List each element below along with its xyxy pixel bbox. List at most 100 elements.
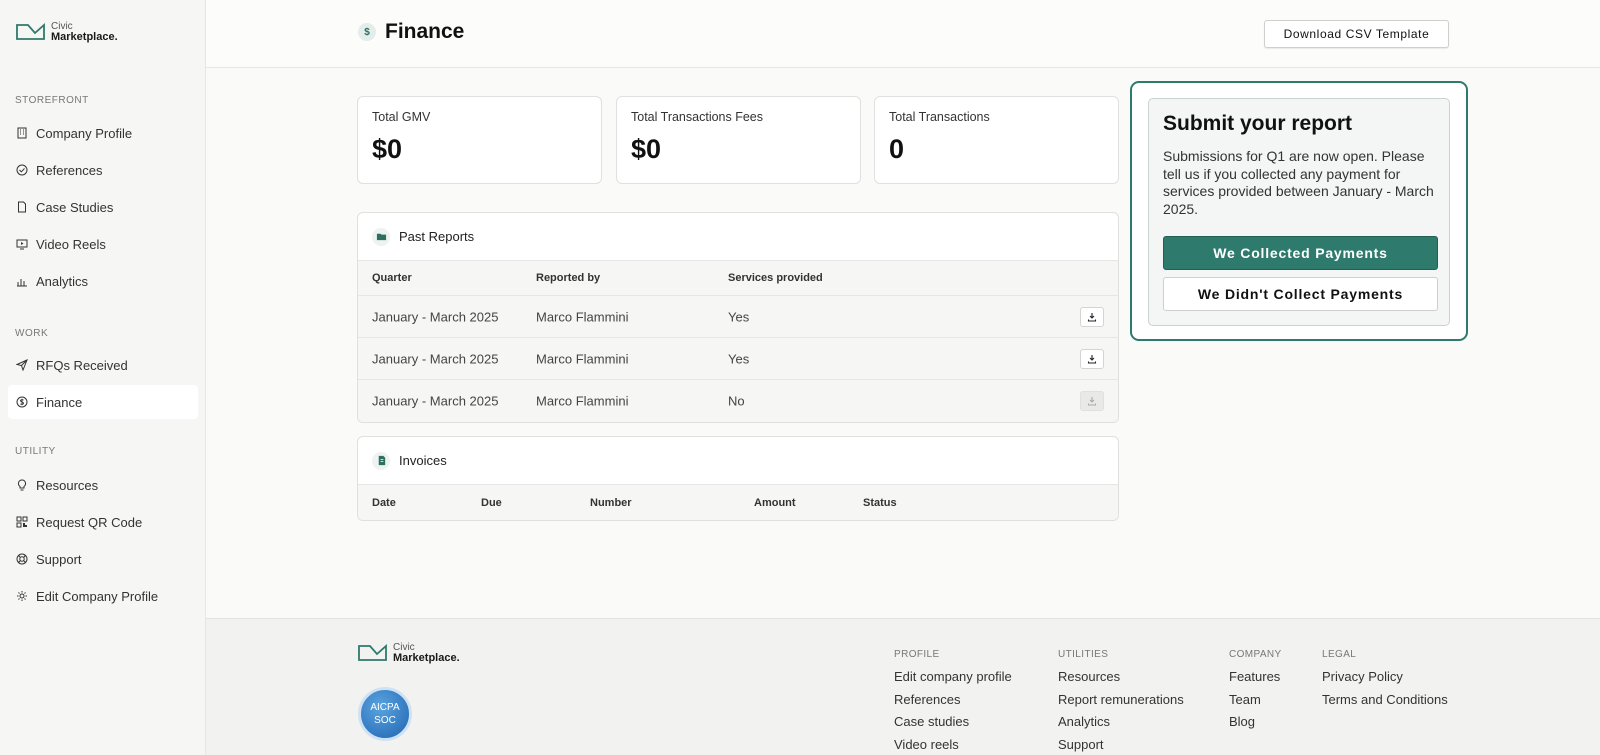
download-icon xyxy=(1087,354,1097,364)
table-row: January - March 2025 Marco Flammini No xyxy=(358,380,1118,422)
brand-wordmark: Civic Marketplace. xyxy=(51,22,118,43)
sidebar-item-label: Request QR Code xyxy=(36,514,143,530)
footer-link[interactable]: Video reels xyxy=(894,734,1012,755)
badge-line1: AICPA xyxy=(370,702,400,713)
download-report-button[interactable] xyxy=(1080,348,1104,369)
footer-link[interactable]: Case studies xyxy=(894,711,1012,734)
sidebar-item-label: Finance xyxy=(36,394,83,410)
footer-column-title: UTILITIES xyxy=(1058,649,1109,660)
sidebar-item-company-profile[interactable]: Company Profile xyxy=(8,116,198,150)
column-header-amount: Amount xyxy=(754,496,796,509)
report-description: Submissions for Q1 are now open. Please … xyxy=(1163,148,1434,217)
sidebar-item-label: References xyxy=(36,162,103,178)
bar-chart-icon xyxy=(17,279,27,287)
column-header-status: Status xyxy=(863,496,897,509)
cell-services: Yes xyxy=(728,309,750,324)
cell-quarter: January - March 2025 xyxy=(372,393,499,409)
footer-link[interactable]: Team xyxy=(1229,689,1282,712)
sidebar-item-label: Company Profile xyxy=(36,125,133,141)
footer-column-legal: LEGAL Privacy Policy Terms and Condition… xyxy=(1322,649,1448,711)
brand-logo[interactable]: Civic Marketplace. xyxy=(15,22,118,43)
send-icon xyxy=(16,359,28,371)
footer-column-title: COMPANY xyxy=(1229,649,1282,660)
panel-header: Past Reports xyxy=(358,213,1118,261)
sidebar-item-resources[interactable]: Resources xyxy=(8,468,198,502)
nav-section-work: WORK xyxy=(15,328,49,339)
sidebar-item-request-qr-code[interactable]: Request QR Code xyxy=(8,505,198,539)
sidebar-item-analytics[interactable]: Analytics xyxy=(8,264,198,298)
sidebar-item-edit-company-profile[interactable]: Edit Company Profile xyxy=(8,579,198,613)
sidebar-item-label: Case Studies xyxy=(36,199,114,215)
stat-value: $0 xyxy=(372,134,403,164)
footer-link[interactable]: Report remunerations xyxy=(1058,689,1184,712)
stat-value: $0 xyxy=(631,134,662,164)
table-header: Quarter Reported by Services provided xyxy=(358,261,1118,296)
stat-label: Total GMV xyxy=(372,110,431,124)
collected-payments-button[interactable]: We Collected Payments xyxy=(1163,236,1438,270)
document-icon xyxy=(18,201,26,213)
nav-section-storefront: STOREFRONT xyxy=(15,95,89,106)
brand-line2: Marketplace. xyxy=(393,652,460,664)
column-header-due: Due xyxy=(481,496,502,509)
page-header: $ Finance Download CSV Template xyxy=(206,0,1600,68)
stat-label: Total Transactions Fees xyxy=(631,110,764,124)
footer-link[interactable]: Resources xyxy=(1058,666,1184,689)
stat-value: 0 xyxy=(889,134,905,164)
footer-column-profile: PROFILE Edit company profile References … xyxy=(894,649,1012,755)
footer-link[interactable]: References xyxy=(894,689,1012,712)
cell-reported-by: Marco Flammini xyxy=(536,393,629,409)
sidebar-item-label: RFQs Received xyxy=(36,357,128,373)
footer-link[interactable]: Blog xyxy=(1229,711,1282,734)
download-icon xyxy=(1087,397,1097,406)
didnt-collect-payments-button[interactable]: We Didn't Collect Payments xyxy=(1163,277,1438,311)
column-header-quarter: Quarter xyxy=(372,272,412,284)
page-footer: Civic Marketplace. AICPA SOC PROFILE Edi… xyxy=(206,618,1600,755)
brand-wordmark: Civic Marketplace. xyxy=(393,643,460,664)
sidebar-item-rfqs-received[interactable]: RFQs Received xyxy=(8,348,198,382)
sidebar-item-label: Support xyxy=(36,551,82,567)
building-icon xyxy=(17,127,27,139)
footer-link[interactable]: Features xyxy=(1229,666,1282,689)
gear-icon xyxy=(17,591,27,601)
sidebar-item-finance[interactable]: Finance xyxy=(8,385,198,419)
qr-code-icon xyxy=(16,516,28,528)
cell-reported-by: Marco Flammini xyxy=(536,351,629,366)
table-row: January - March 2025 Marco Flammini Yes xyxy=(358,338,1118,380)
invoices-panel: Invoices Date Due Number Amount Status xyxy=(357,436,1119,521)
download-report-button[interactable] xyxy=(1080,306,1104,327)
sidebar-item-label: Resources xyxy=(36,477,99,493)
footer-link[interactable]: Analytics xyxy=(1058,711,1184,734)
panel-title: Invoices xyxy=(399,453,447,468)
sidebar-item-case-studies[interactable]: Case Studies xyxy=(8,190,198,224)
cell-services: No xyxy=(728,393,745,409)
footer-link[interactable]: Edit company profile xyxy=(894,666,1012,689)
download-icon xyxy=(1087,312,1097,322)
submit-report-card: Submit your report Submissions for Q1 ar… xyxy=(1130,81,1468,341)
page-title: $ Finance xyxy=(358,20,464,44)
sidebar-item-video-reels[interactable]: Video Reels xyxy=(8,227,198,261)
download-csv-template-button[interactable]: Download CSV Template xyxy=(1264,20,1449,48)
column-header-number: Number xyxy=(590,496,632,509)
download-report-button-disabled xyxy=(1080,391,1104,411)
lifebuoy-icon xyxy=(16,553,28,565)
stat-card-total-transaction-fees: Total Transactions Fees $0 xyxy=(616,96,861,184)
footer-brand-logo[interactable]: Civic Marketplace. xyxy=(357,643,460,664)
panel-header: Invoices xyxy=(358,437,1118,485)
cell-quarter: January - March 2025 xyxy=(372,351,499,366)
sidebar: Civic Marketplace. STOREFRONT Company Pr… xyxy=(0,0,206,755)
footer-link[interactable]: Privacy Policy xyxy=(1322,666,1448,689)
sidebar-item-references[interactable]: References xyxy=(8,153,198,187)
footer-link[interactable]: Terms and Conditions xyxy=(1322,689,1448,712)
column-header-reported-by: Reported by xyxy=(536,272,601,284)
footer-link[interactable]: Support xyxy=(1058,734,1184,755)
logo-mark-icon xyxy=(16,22,45,40)
footer-column-company: COMPANY Features Team Blog xyxy=(1229,649,1282,734)
sidebar-item-label: Video Reels xyxy=(36,236,106,252)
dollar-icon: $ xyxy=(358,23,376,41)
column-header-date: Date xyxy=(372,496,396,509)
sidebar-item-label: Analytics xyxy=(36,273,89,289)
panel-title: Past Reports xyxy=(399,229,475,244)
sidebar-item-support[interactable]: Support xyxy=(8,542,198,576)
table-row: January - March 2025 Marco Flammini Yes xyxy=(358,296,1118,338)
footer-column-title: LEGAL xyxy=(1322,649,1357,660)
